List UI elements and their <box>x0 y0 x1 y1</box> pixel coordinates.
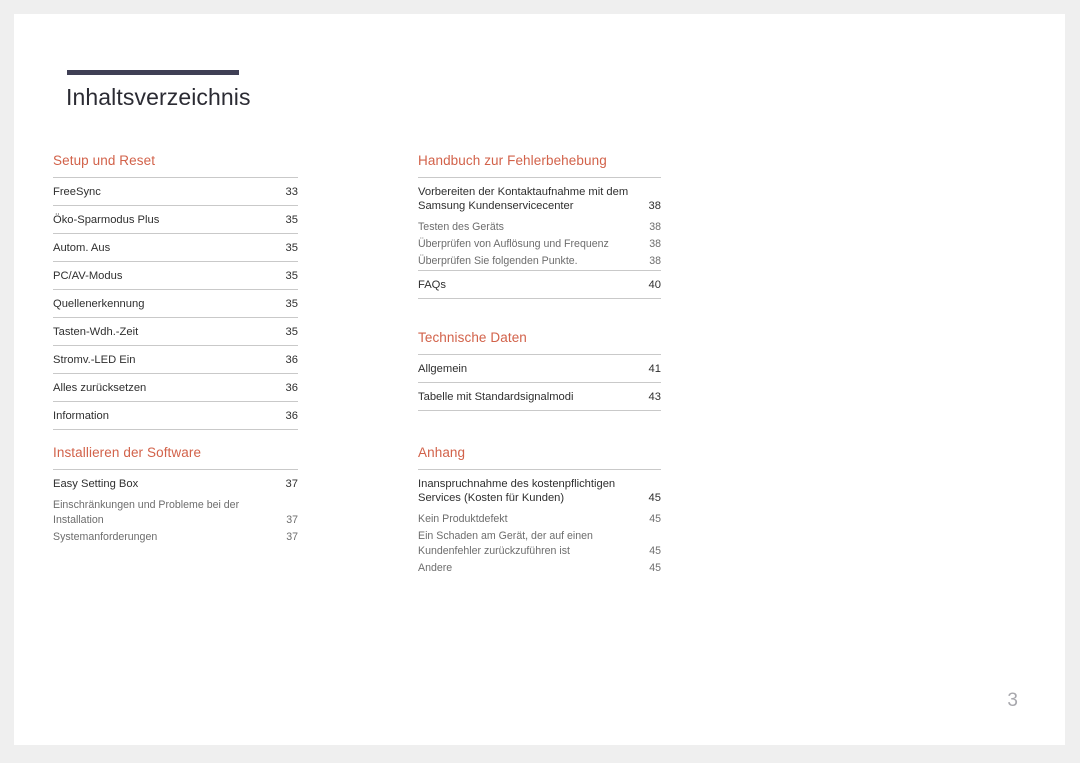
toc-entry-page-number: 35 <box>285 214 298 226</box>
toc-entry[interactable]: Tasten-Wdh.-Zeit 35 <box>53 317 298 345</box>
toc-entry[interactable]: Easy Setting Box 37 <box>53 469 298 497</box>
toc-entry[interactable]: Stromv.-LED Ein 36 <box>53 345 298 373</box>
toc-entry-label: Einschränkungen und Probleme bei der Ins… <box>53 499 240 526</box>
toc-entry-label: Kein Produktdefekt <box>418 513 508 525</box>
toc-entry-page-number: 37 <box>286 514 298 526</box>
toc-entry-label: Testen des Geräts <box>418 221 504 233</box>
toc-entry[interactable]: Ein Schaden am Gerät, der auf einen Kund… <box>418 528 661 560</box>
toc-entry[interactable]: Inanspruchnahme des kostenpflichtigen Se… <box>418 469 661 511</box>
toc-entry[interactable]: Andere 45 <box>418 560 661 577</box>
toc-entry-list: FreeSync 33 Öko-Sparmodus Plus 35 Autom. Aus… <box>53 177 298 430</box>
toc-entry-label: Vorbereiten der Kontaktaufnahme mit dem … <box>418 186 629 212</box>
toc-section-heading: Anhang <box>418 445 466 460</box>
toc-entry-list: Allgemein 41 Tabelle mit Standardsignalmod… <box>418 354 661 411</box>
toc-entry-page-number: 37 <box>285 478 298 490</box>
toc-entry[interactable]: FAQs 40 <box>418 270 661 298</box>
toc-entry[interactable]: Systemanforderungen 37 <box>53 529 298 546</box>
toc-entry[interactable]: Autom. Aus 35 <box>53 233 298 261</box>
toc-entry[interactable]: Öko-Sparmodus Plus 35 <box>53 205 298 233</box>
toc-entry-list: Vorbereiten der Kontaktaufnahme mit dem … <box>418 177 661 299</box>
toc-entry-page-number: 35 <box>285 242 298 254</box>
toc-entry-label: Stromv.-LED Ein <box>53 354 136 366</box>
toc-entry-label: Überprüfen Sie folgenden Punkte. <box>418 255 578 267</box>
toc-entry-label: Ein Schaden am Gerät, der auf einen Kund… <box>418 530 593 557</box>
toc-entry-page-number: 45 <box>649 545 661 557</box>
toc-entry-page-number: 43 <box>648 391 661 403</box>
toc-section-installieren-der-software: Installieren der Software Easy Setting Bo… <box>53 445 298 546</box>
document-page: Inhaltsverzeichnis Setup und Reset FreeSy… <box>14 14 1065 745</box>
toc-entry[interactable]: Allgemein 41 <box>418 354 661 382</box>
toc-section-technische-daten: Technische Daten Allgemein 41 Tabelle mit S… <box>418 330 661 411</box>
toc-entry[interactable]: PC/AV-Modus 35 <box>53 261 298 289</box>
toc-entry-label: Systemanforderungen <box>53 531 158 543</box>
toc-entry-page-number: 45 <box>648 492 661 504</box>
toc-entry-label: Autom. Aus <box>53 242 111 254</box>
toc-entry[interactable]: Quellenerkennung 35 <box>53 289 298 317</box>
toc-entry-page-number: 41 <box>648 363 661 375</box>
toc-entry-page-number: 36 <box>285 382 298 394</box>
toc-entry-page-number: 38 <box>649 255 661 267</box>
toc-entry-list: Inanspruchnahme des kostenpflichtigen Se… <box>418 469 661 577</box>
toc-entry-page-number: 36 <box>285 410 298 422</box>
toc-entry[interactable]: Überprüfen von Auflösung und Frequenz 38 <box>418 236 661 253</box>
toc-entry-label: FreeSync <box>53 186 101 198</box>
toc-entry[interactable]: Kein Produktdefekt 45 <box>418 511 661 528</box>
toc-entry-label: Quellenerkennung <box>53 298 145 310</box>
toc-entry-label: Easy Setting Box <box>53 478 139 490</box>
page-number: 3 <box>1007 690 1018 711</box>
toc-entry-label: Andere <box>418 562 453 574</box>
toc-entry-page-number: 38 <box>649 238 661 250</box>
toc-entry[interactable]: Überprüfen Sie folgenden Punkte. 38 <box>418 253 661 270</box>
toc-entry-page-number: 33 <box>285 186 298 198</box>
toc-entry[interactable]: Tabelle mit Standardsignalmodi 43 <box>418 382 661 410</box>
toc-entry-label: FAQs <box>418 279 446 291</box>
toc-entry[interactable]: FreeSync 33 <box>53 177 298 205</box>
toc-entry[interactable]: Testen des Geräts 38 <box>418 219 661 236</box>
toc-entry-page-number: 36 <box>285 354 298 366</box>
toc-entry-label: Inanspruchnahme des kostenpflichtigen Se… <box>418 478 616 504</box>
toc-entry-label: Öko-Sparmodus Plus <box>53 214 160 226</box>
toc-section-heading: Setup und Reset <box>53 153 156 168</box>
toc-section-setup-und-reset: Setup und Reset FreeSync 33 Öko-Sparmodus P… <box>53 153 298 430</box>
toc-entry-page-number: 40 <box>648 279 661 291</box>
toc-entry[interactable]: Alles zurücksetzen 36 <box>53 373 298 401</box>
toc-entry-page-number: 35 <box>285 326 298 338</box>
toc-entry-label: Überprüfen von Auflösung und Frequenz <box>418 238 609 250</box>
toc-entry-page-number: 35 <box>285 298 298 310</box>
toc-entry-page-number: 45 <box>649 513 661 525</box>
toc-entry-page-number: 38 <box>649 221 661 233</box>
toc-section-handbuch-zur-fehlerbehebung: Handbuch zur Fehlerbehebung Vorbereiten d… <box>418 153 661 299</box>
toc-section-heading: Technische Daten <box>418 330 527 345</box>
toc-entry-page-number: 37 <box>286 531 298 543</box>
toc-entry-label: PC/AV-Modus <box>53 270 123 282</box>
toc-entry[interactable]: Information 36 <box>53 401 298 429</box>
toc-entry-page-number: 35 <box>285 270 298 282</box>
toc-section-anhang: Anhang Inanspruchnahme des kostenpflichti… <box>418 445 661 577</box>
toc-entry-label: Alles zurücksetzen <box>53 382 147 394</box>
toc-entry-list: Easy Setting Box 37 Einschränkungen und Pr… <box>53 469 298 546</box>
toc-entry-page-number: 45 <box>649 562 661 574</box>
toc-entry-label: Tabelle mit Standardsignalmodi <box>418 391 574 403</box>
toc-entry-label: Tasten-Wdh.-Zeit <box>53 326 139 338</box>
toc-section-heading: Installieren der Software <box>53 445 202 460</box>
toc-entry[interactable]: Vorbereiten der Kontaktaufnahme mit dem … <box>418 177 661 219</box>
toc-entry-label: Information <box>53 410 109 422</box>
toc-entry[interactable]: Einschränkungen und Probleme bei der Ins… <box>53 497 298 529</box>
toc-entry-label: Allgemein <box>418 363 468 375</box>
toc-section-heading: Handbuch zur Fehlerbehebung <box>418 153 607 168</box>
table-of-contents: Setup und Reset FreeSync 33 Öko-Sparmodus P… <box>14 14 1065 745</box>
toc-entry-page-number: 38 <box>648 200 661 212</box>
